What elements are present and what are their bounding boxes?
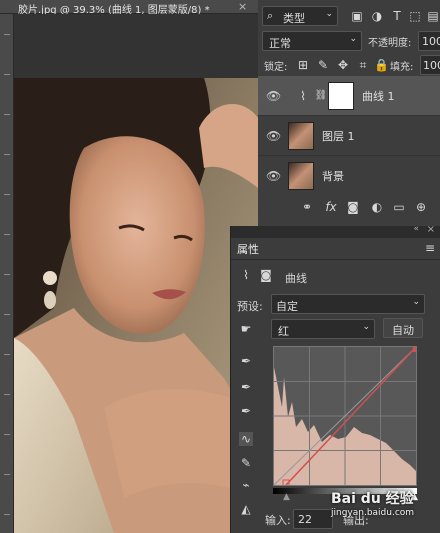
panel-dock-bar: « × <box>231 224 440 238</box>
visibility-eye-icon[interactable]: 👁 <box>266 89 281 103</box>
blend-mode-label: 正常 <box>269 37 291 50</box>
link-layers-icon[interactable]: ⚭ <box>300 200 314 214</box>
close-panel-icon[interactable]: × <box>427 224 435 235</box>
black-point-eyedropper-icon[interactable]: ✒ <box>239 354 253 368</box>
curves-tool-column: ✒ ✒ ✒ ∿ ✎ ⌁ ◭ <box>231 338 261 533</box>
layer-name: 背景 <box>322 170 344 183</box>
chevron-down-icon: ⌄ <box>412 297 420 307</box>
panel-menu-icon[interactable]: ≡ <box>425 241 435 255</box>
lock-artboard-icon[interactable]: ⌗ <box>356 58 370 72</box>
preset-label: 预设: <box>237 300 263 313</box>
layer-row-layer1[interactable]: 👁 图层 1 <box>258 116 440 156</box>
blend-mode-select[interactable]: 正常 ⌄ <box>262 31 362 51</box>
fx-icon[interactable]: fx <box>324 200 338 214</box>
vertical-ruler <box>0 14 14 533</box>
layer-name: 图层 1 <box>322 130 355 143</box>
new-group-icon[interactable]: ▭ <box>392 200 406 214</box>
smart-object-filter-icon[interactable]: ▤ <box>426 9 440 23</box>
lock-transparent-icon[interactable]: ⊞ <box>296 58 310 72</box>
layer-thumbnail <box>288 162 314 190</box>
document-image[interactable] <box>14 78 258 533</box>
pixel-filter-icon[interactable]: ▣ <box>350 9 364 23</box>
layer-mask-thumbnail[interactable] <box>328 82 354 110</box>
search-icon: ⌕ <box>267 9 274 22</box>
channel-select[interactable]: 红 ⌄ <box>271 319 375 339</box>
shape-filter-icon[interactable]: ⬚ <box>408 9 422 23</box>
type-filter-icon[interactable]: T <box>390 9 404 23</box>
add-mask-icon[interactable]: ◙ <box>346 200 360 214</box>
new-layer-icon[interactable]: ⊕ <box>414 200 428 214</box>
adjustment-filter-icon[interactable]: ◑ <box>370 9 384 23</box>
curves-icon: ⌇ <box>243 268 249 282</box>
watermark-subtext: jingyan.baidu.com <box>331 508 415 518</box>
lock-label: 锁定: <box>264 62 288 73</box>
layers-panel: ⌕ 类型 ⌄ ▣ ◑ T ⬚ ▤ 正常 ⌄ 不透明度: 100 锁定: ⊞ ✎ … <box>258 0 440 226</box>
layers-footer-toolbar: ⚭ fx ◙ ◐ ▭ ⊕ <box>258 194 440 220</box>
curves-graph[interactable] <box>273 346 417 486</box>
baidu-watermark: Bai du 经验 jingyan.baidu.com <box>331 488 414 518</box>
filter-kind-select[interactable]: ⌕ 类型 ⌄ <box>262 6 338 26</box>
black-point-slider[interactable]: ▲ <box>283 492 290 502</box>
layer-thumbnail <box>288 122 314 150</box>
fill-label: 填充: <box>390 62 414 73</box>
visibility-eye-icon[interactable]: 👁 <box>266 169 281 183</box>
visibility-eye-icon[interactable]: 👁 <box>266 129 281 143</box>
layer-row-curves[interactable]: 👁 ⌇ ⛓ 曲线 1 <box>258 76 440 116</box>
lock-position-icon[interactable]: ✥ <box>336 58 350 72</box>
document-tab[interactable]: 胶片.jpg @ 39.3% (曲线 1, 图层蒙版/8) * × <box>0 0 258 16</box>
gray-point-eyedropper-icon[interactable]: ✒ <box>239 380 253 394</box>
target-adjustment-hand-icon[interactable]: ☛ <box>239 322 253 336</box>
curve-endpoint-top <box>413 347 416 352</box>
filter-kind-label: 类型 <box>283 12 305 25</box>
new-adjustment-icon[interactable]: ◐ <box>370 200 384 214</box>
mask-icon[interactable]: ◙ <box>259 268 273 282</box>
close-tab-icon[interactable]: × <box>238 0 247 13</box>
chain-link-icon[interactable]: ⛓ <box>314 89 328 103</box>
auto-button[interactable]: 自动 <box>383 318 423 338</box>
white-point-eyedropper-icon[interactable]: ✒ <box>239 404 253 418</box>
chevron-down-icon: ⌄ <box>325 9 333 19</box>
watermark-text: Bai du 经验 <box>331 491 414 507</box>
pencil-tool-icon[interactable]: ✎ <box>239 456 253 470</box>
collapse-icon[interactable]: « <box>413 224 419 234</box>
curves-adjustment-icon: ⌇ <box>300 89 306 103</box>
lock-all-icon[interactable]: 🔒 <box>374 58 389 72</box>
fill-input[interactable]: 100 <box>420 55 440 75</box>
input-label: 输入: <box>265 514 291 527</box>
properties-tab[interactable]: 属性 ≡ <box>231 238 440 260</box>
properties-tab-label: 属性 <box>237 243 259 256</box>
input-value-field[interactable]: 22 <box>293 509 333 529</box>
layer-name: 曲线 1 <box>362 90 395 103</box>
curve-point-tool-icon[interactable]: ∿ <box>239 432 253 446</box>
adjustment-title: 曲线 <box>285 272 307 285</box>
properties-panel: « × 属性 ≡ ⌇ ◙ 曲线 预设: 自定 ⌄ ☛ 红 ⌄ 自动 ✒ ✒ ✒ … <box>230 224 440 533</box>
preset-select[interactable]: 自定 ⌄ <box>271 294 425 314</box>
layer-row-background[interactable]: 👁 背景 <box>258 156 440 196</box>
smooth-icon[interactable]: ⌁ <box>239 478 253 492</box>
clipping-warning-icon[interactable]: ◭ <box>239 502 253 516</box>
chevron-down-icon: ⌄ <box>362 322 370 332</box>
lock-image-icon[interactable]: ✎ <box>316 58 330 72</box>
opacity-input[interactable]: 100 <box>418 31 440 51</box>
opacity-label: 不透明度: <box>368 38 412 49</box>
chevron-down-icon: ⌄ <box>349 34 357 44</box>
